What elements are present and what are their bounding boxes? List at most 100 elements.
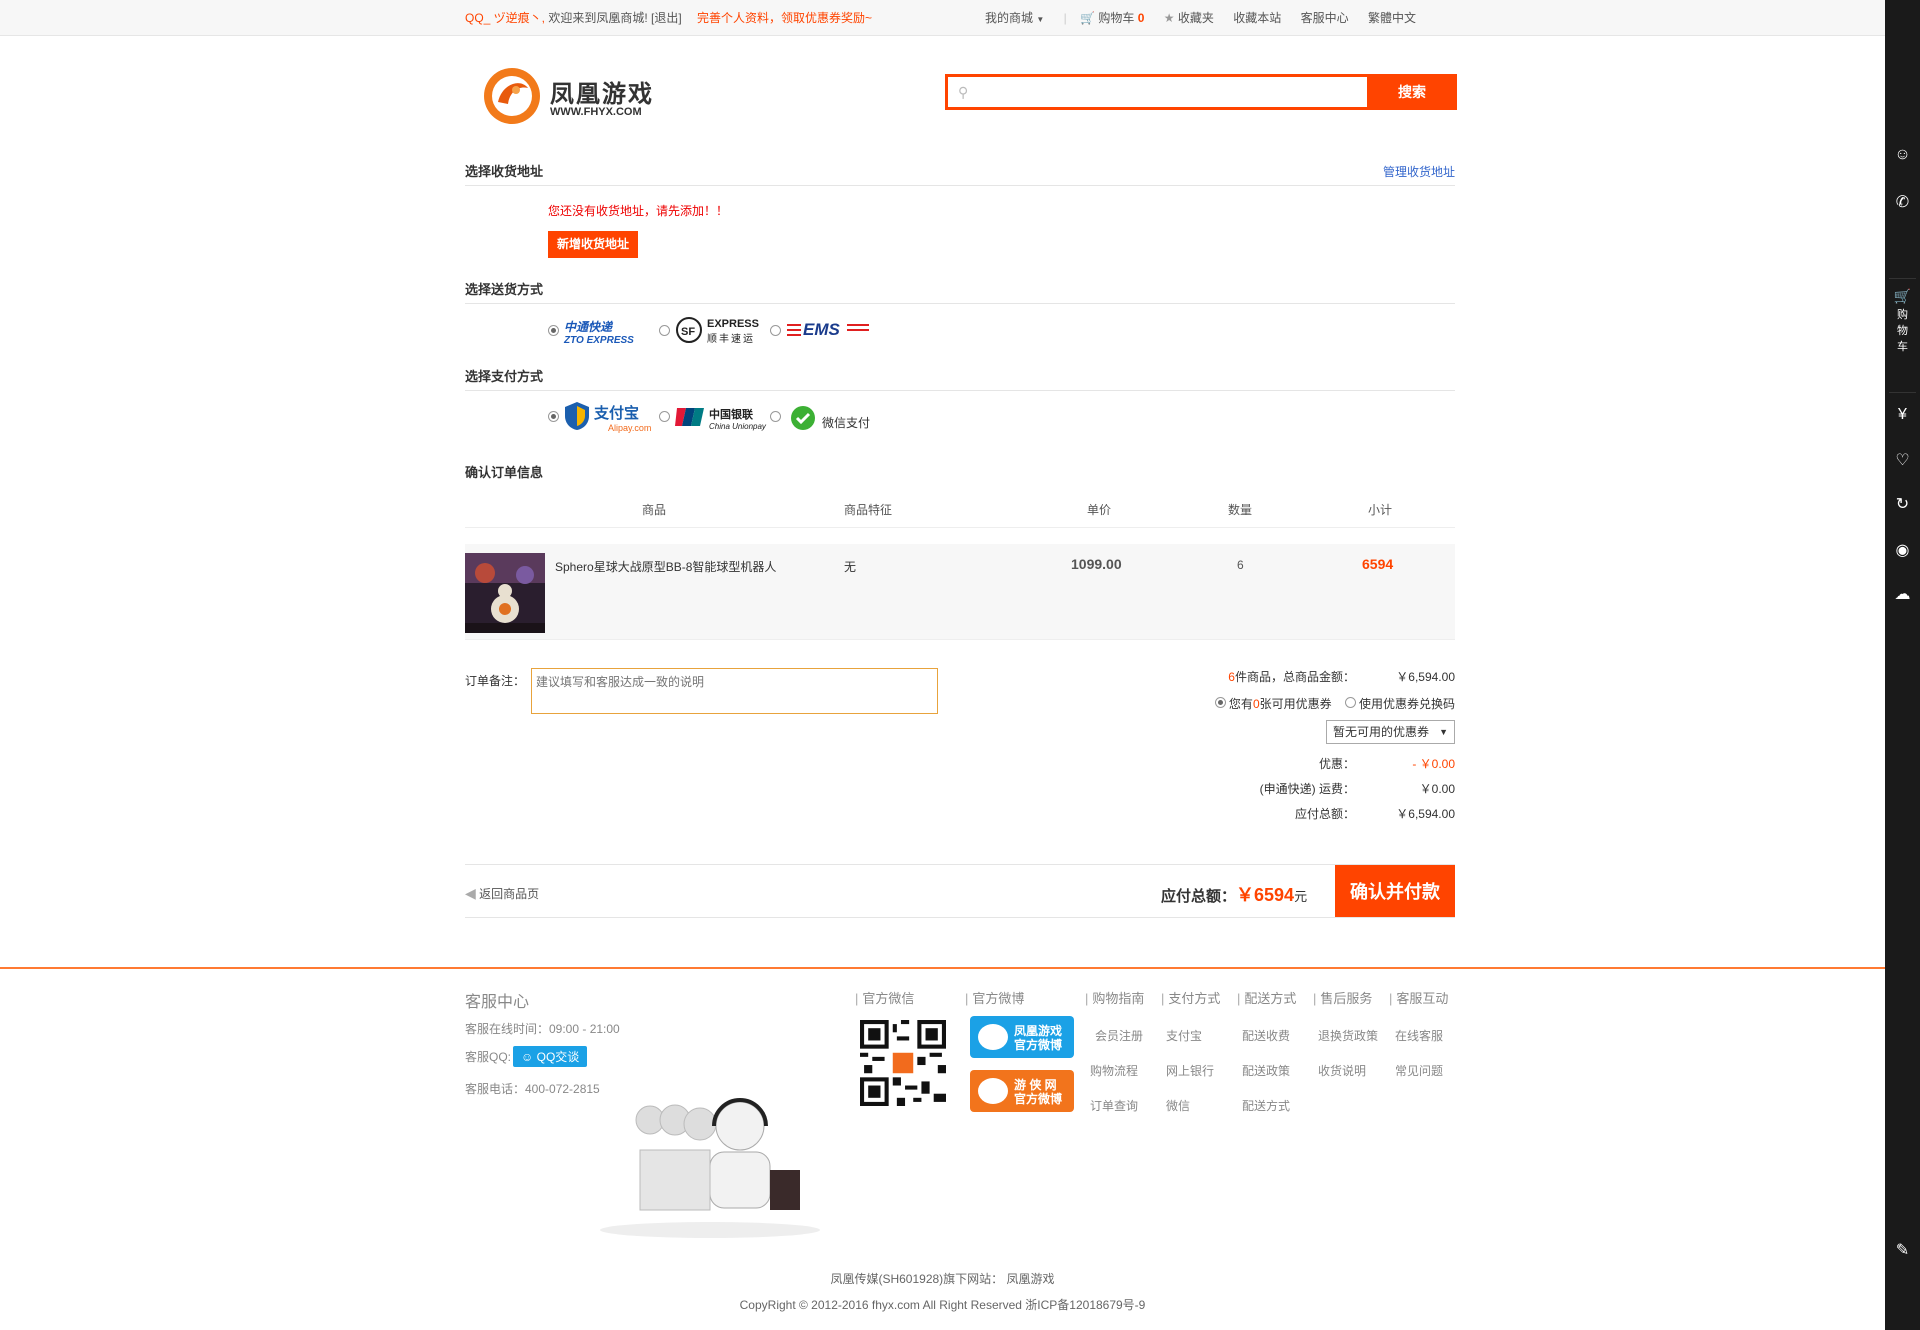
alipay-sub: Alipay.com (608, 423, 652, 433)
my-mall-label: 我的商城 (985, 11, 1034, 25)
footer-divider (0, 967, 1885, 969)
phone-icon[interactable]: ✆ (1885, 192, 1920, 212)
favorites-link[interactable]: ★ 收藏夹 (1164, 0, 1214, 36)
feedback-icon[interactable]: ✎ (1885, 1240, 1920, 1260)
footer-service-title: 客服中心 (465, 994, 530, 1011)
language-link[interactable]: 繁體中文 (1368, 0, 1416, 36)
sidebar-divider (1889, 278, 1916, 279)
qq-label: 客服QQ: (465, 1050, 512, 1064)
discount-label: 优惠： (1318, 757, 1355, 771)
checkout-bar: ◀ 返回商品页 应付总额：￥6594元 确认并付款 (465, 864, 1455, 918)
footer-link[interactable]: 支付宝 (1166, 1027, 1202, 1044)
alipay-radio[interactable] (548, 411, 559, 422)
add-address-button[interactable]: 新增收货地址 (548, 231, 638, 258)
svg-text:SF: SF (681, 326, 695, 338)
sf-name: EXPRESS (707, 318, 759, 330)
goods-total-line: 6件商品，总商品金额： ￥6,594.00 (1228, 668, 1455, 685)
footer-wechat-title: 官方微信 (855, 988, 914, 1007)
footer-weibo-title: 官方微博 (965, 988, 1024, 1007)
sidebar-cart[interactable]: 🛒 购物车 (1885, 288, 1920, 355)
order-note-input[interactable] (531, 668, 938, 714)
product-subtotal: 6594 (1362, 556, 1394, 572)
sf-sub: 顺丰速运 (707, 334, 755, 345)
footer-link[interactable]: 微信 (1166, 1097, 1190, 1114)
total-value: ￥6594 (1236, 885, 1295, 905)
footer-link[interactable]: 退换货政策 (1318, 1027, 1378, 1044)
sidebar-cart-label: 购物车 (1897, 309, 1908, 353)
alipay-name: 支付宝 (594, 405, 640, 422)
shipping-fee-value: ￥0.00 (1419, 782, 1455, 796)
wechat-icon[interactable]: ☁ (1885, 584, 1920, 604)
wechat-radio[interactable] (770, 411, 781, 422)
weibo-icon[interactable]: ◉ (1885, 540, 1920, 560)
confirm-pay-button[interactable]: 确认并付款 (1335, 865, 1455, 917)
product-thumbnail[interactable] (465, 553, 545, 633)
qq-icon[interactable]: ☺ (1885, 146, 1920, 164)
footer-link[interactable]: 网上银行 (1166, 1062, 1214, 1079)
history-icon[interactable]: ↻ (1885, 494, 1920, 514)
username-link[interactable]: QQ_ ヅ逆痕丶, (465, 11, 545, 25)
footer-link[interactable]: 配送收费 (1242, 1027, 1290, 1044)
footer-link[interactable]: 收货说明 (1318, 1062, 1366, 1079)
welcome-area: QQ_ ヅ逆痕丶, 欢迎来到凤凰商城! [退出] 完善个人资料，领取优惠券奖励~ (465, 0, 872, 36)
address-section-title: 选择收货地址 管理收货地址 (465, 158, 1455, 186)
payment-title: 选择支付方式 (465, 369, 544, 384)
sf-label: EXPRESS 顺丰速运 (707, 318, 759, 345)
footer-link[interactable]: 订单查询 (1090, 1097, 1138, 1114)
customer-service-illustration (600, 1098, 820, 1238)
manage-address-link[interactable]: 管理收货地址 (1383, 158, 1455, 186)
weibo-ali213-line1: 游 侠 网 (1014, 1078, 1057, 1092)
col-product: 商品 (642, 503, 667, 517)
heart-icon[interactable]: ♡ (1885, 450, 1920, 470)
no-address-message: 您还没有收货地址，请先添加！！ (548, 204, 729, 218)
payable-line: 应付总额： ￥6,594.00 (1295, 805, 1455, 822)
promo-link[interactable]: 完善个人资料，领取优惠券奖励~ (697, 11, 872, 25)
footer-link[interactable]: 配送方式 (1242, 1097, 1290, 1114)
arrow-left-icon: ◀ (465, 885, 476, 901)
weibo-fhyx-button[interactable]: 凤凰游戏 官方微博 (970, 1016, 1074, 1058)
yen-icon[interactable]: ¥ (1885, 406, 1920, 424)
logo-name: 凤凰游戏 (550, 81, 654, 108)
coupon-have-post: 张可用优惠券 (1259, 697, 1332, 711)
weibo-fhyx-line2: 官方微博 (1014, 1038, 1063, 1052)
shipping-fee-line: (申通快递) 运费： ￥0.00 (1260, 780, 1455, 797)
footer-link[interactable]: 在线客服 (1395, 1027, 1443, 1044)
footer-link[interactable]: 购物流程 (1090, 1062, 1138, 1079)
bookmark-link[interactable]: 收藏本站 (1233, 0, 1281, 36)
my-mall-menu[interactable]: 我的商城 ▼ (985, 0, 1044, 38)
cart-icon: 🛒 (1080, 11, 1096, 25)
footer-link[interactable]: 常见问题 (1395, 1062, 1443, 1079)
weibo-ali213-button[interactable]: 游 侠 网 官方微博 (970, 1070, 1074, 1112)
product-feature: 无 (844, 560, 857, 574)
search-input[interactable] (978, 81, 1358, 105)
ems-logo: EMS (787, 320, 869, 342)
coupon-radio-code[interactable] (1344, 697, 1359, 708)
star-icon: ★ (1163, 11, 1175, 25)
qq-icon: ☺ (521, 1050, 534, 1064)
zto-logo: 中通快递 ZTO EXPRESS (564, 318, 659, 346)
qq-chat-button[interactable]: ☺ QQ交谈 (513, 1046, 588, 1067)
zto-radio[interactable] (548, 325, 559, 336)
search-button[interactable]: 搜索 (1367, 74, 1457, 110)
weibo-icon (978, 1024, 1008, 1050)
footer-link[interactable]: 会员注册 (1095, 1027, 1143, 1044)
wechat-pay-label: 微信支付 (822, 416, 871, 430)
back-link[interactable]: ◀ 返回商品页 (465, 885, 539, 902)
welcome-text[interactable]: 欢迎来到凤凰商城! [退出] (548, 11, 681, 25)
coupon-select[interactable]: 暂无可用的优惠券 (1326, 720, 1455, 744)
sidebar-divider (1889, 392, 1916, 393)
sf-radio[interactable] (659, 325, 670, 336)
product-name[interactable]: Sphero星球大战原型BB-8智能球型机器人 (555, 558, 776, 575)
service-link[interactable]: 客服中心 (1301, 0, 1349, 36)
header: 凤凰游戏 WWW.FHYX.COM ⚲ 搜索 (465, 36, 1457, 156)
back-label: 返回商品页 (479, 887, 540, 901)
ems-radio[interactable] (770, 325, 781, 336)
wechat-pay-icon (791, 406, 815, 430)
cart-label: 购物车 (1098, 11, 1135, 25)
footer-link[interactable]: 配送政策 (1242, 1062, 1290, 1079)
cart-link[interactable]: 🛒 购物车 0 (1080, 0, 1144, 36)
right-sidebar: ☺ ✆ 🛒 购物车 ¥ ♡ ↻ ◉ ☁ ✎ (1885, 0, 1920, 1330)
site-logo[interactable]: 凤凰游戏 WWW.FHYX.COM (480, 66, 680, 126)
unionpay-radio[interactable] (659, 411, 670, 422)
coupon-radio-have[interactable] (1214, 697, 1229, 708)
